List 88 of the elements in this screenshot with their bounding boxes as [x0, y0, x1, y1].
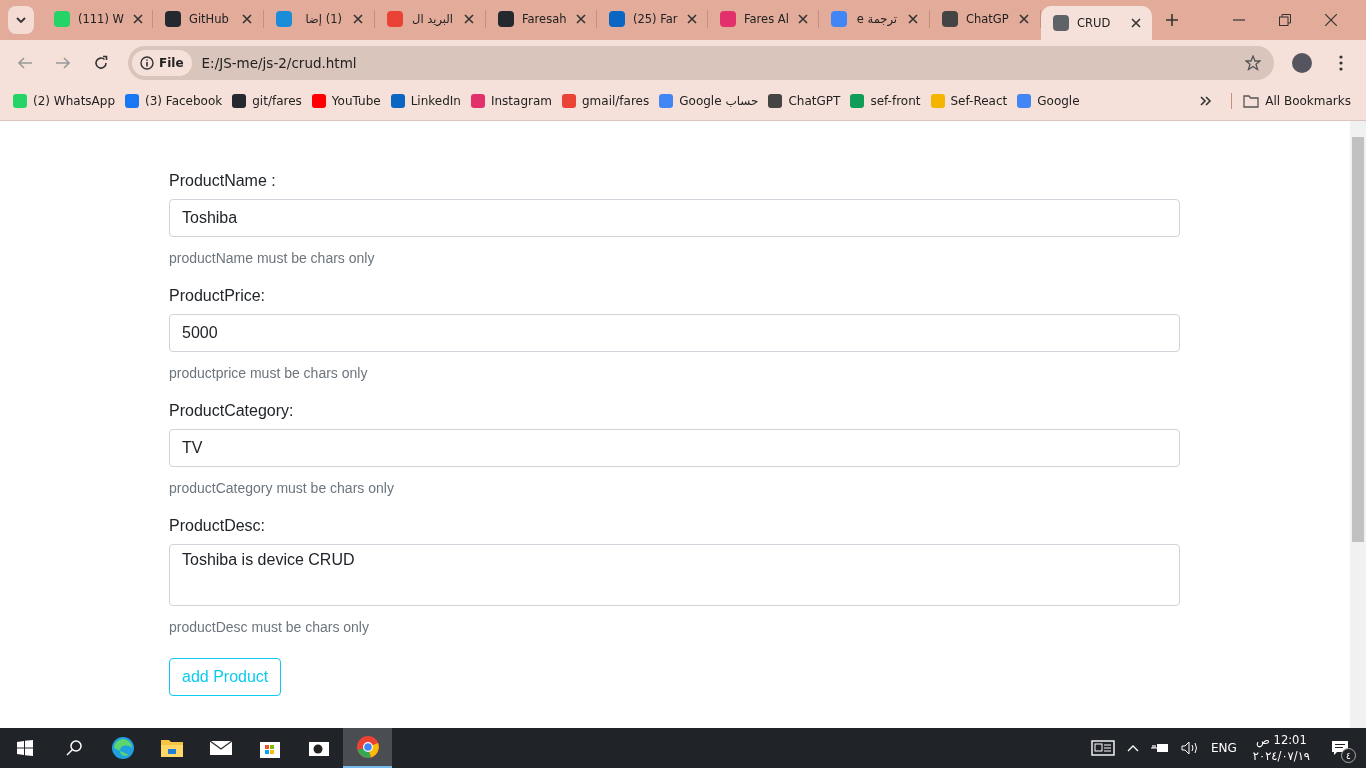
notification-count: ٤	[1341, 748, 1356, 763]
tab-title: البريد ال	[411, 12, 453, 26]
browser-tab[interactable]: (1) إضا	[264, 10, 375, 28]
bookmark-link[interactable]: ChatGPT	[765, 88, 848, 113]
bookmark-link[interactable]: git/fares	[229, 88, 309, 113]
caret-up-icon	[1126, 744, 1139, 752]
close-icon	[463, 13, 475, 25]
tab-title: Faresah	[522, 12, 567, 26]
newspaper-icon	[1090, 740, 1115, 756]
bookmark-link[interactable]: Google	[1014, 88, 1087, 113]
back-arrow-icon	[17, 54, 33, 71]
tab-search-button[interactable]	[8, 6, 34, 34]
bookmark-link[interactable]: gmail/fares	[559, 88, 657, 113]
close-icon	[797, 13, 810, 25]
text-area[interactable]: Toshiba is device CRUD	[169, 544, 1180, 606]
bookmark-link[interactable]: Instagram	[467, 88, 559, 113]
tab-title: GitHub	[189, 12, 230, 26]
search-icon	[65, 740, 82, 756]
round-logo-icon	[355, 735, 380, 759]
close-icon	[352, 13, 364, 25]
double-chevron-icon	[1200, 95, 1213, 106]
bookmark-link[interactable]: Sef-React	[927, 88, 1015, 113]
validation-message: productprice must be chars only	[169, 365, 368, 381]
tab-title: Fares Al	[744, 12, 789, 26]
validation-message: productDesc must be chars only	[169, 619, 369, 635]
browser-tab[interactable]: ChatGP	[930, 10, 1041, 28]
site-info-button[interactable]: File	[132, 49, 192, 76]
input-field[interactable]: TV	[169, 429, 1180, 467]
tab-title: (25) Far	[633, 12, 678, 26]
bookmark-link[interactable]: (2) WhatsApp	[10, 88, 123, 113]
plus-icon	[1166, 14, 1178, 26]
close-icon	[1018, 13, 1031, 25]
scrollbar-thumb[interactable]	[1352, 137, 1364, 542]
field-label: ProductCategory:	[169, 402, 294, 420]
browser-tab[interactable]: Fares Al	[708, 10, 819, 28]
kebab-menu-icon	[1339, 54, 1343, 71]
notification-center-button[interactable]: ٤	[1320, 728, 1360, 768]
bookmark-link[interactable]: sef-front	[847, 88, 928, 113]
speaker-icon	[1180, 741, 1199, 755]
language-indicator[interactable]: ENG	[1204, 728, 1243, 768]
browser-tab[interactable]: البريد ال	[375, 10, 486, 28]
tab-title: ترجمة e	[855, 12, 897, 26]
close-icon	[686, 13, 699, 25]
restore-icon	[1279, 14, 1291, 26]
close-icon	[131, 13, 144, 25]
reload-icon	[93, 54, 109, 71]
bookmark-link[interactable]: YouTube	[308, 88, 388, 113]
input-field[interactable]: 5000	[169, 314, 1180, 352]
close-icon	[907, 13, 919, 25]
profile-avatar[interactable]	[1292, 52, 1312, 73]
bookmark-link[interactable]: (3) Facebook	[122, 88, 230, 113]
tab-title: CRUD	[1077, 16, 1112, 30]
bookmark-link[interactable]: Google حساب	[656, 88, 766, 113]
scheme-label: File	[159, 55, 184, 70]
browser-tab[interactable]: CRUD	[1041, 6, 1152, 40]
address-bar[interactable]: File E:/JS-me/js-2/crud.html	[128, 45, 1274, 80]
close-icon	[1325, 14, 1337, 26]
field-label: ProductName :	[169, 172, 276, 190]
star-icon	[1245, 54, 1261, 71]
field-label: ProductPrice:	[169, 287, 266, 305]
browser-tab[interactable]: (25) Far	[597, 10, 708, 28]
close-icon	[1130, 17, 1142, 29]
scrollbar[interactable]	[1350, 121, 1366, 728]
all-bookmarks-link[interactable]: All Bookmarks	[1240, 88, 1358, 113]
validation-message: productName must be chars only	[169, 250, 375, 266]
chrome-taskbar-button[interactable]	[343, 728, 392, 768]
folder-icon	[1243, 93, 1260, 108]
close-icon	[575, 13, 588, 25]
battery-plug-icon	[1150, 743, 1169, 753]
tab-title: ChatGP	[966, 12, 1009, 26]
wave-logo-icon	[110, 736, 135, 760]
info-icon	[140, 55, 154, 70]
browser-tab[interactable]: (111) W	[42, 10, 153, 28]
browser-tab[interactable]: GitHub	[153, 10, 264, 28]
browser-tab[interactable]: Faresah	[486, 10, 597, 28]
tab-title: (1) إضا	[304, 12, 342, 26]
url-text: E:/JS-me/js-2/crud.html	[201, 54, 357, 71]
windows-logo-icon	[16, 740, 33, 756]
input-field[interactable]: Toshiba	[169, 199, 1180, 237]
tab-title: (111) W	[78, 12, 124, 26]
forward-arrow-icon	[55, 54, 71, 71]
clock-button[interactable]: 12:01 ص ٢٠٢٤/٠٧/١٩	[1242, 728, 1320, 768]
browser-tab[interactable]: ترجمة e	[819, 10, 930, 28]
close-icon	[241, 13, 253, 25]
field-label: ProductDesc:	[169, 517, 266, 535]
validation-message: productCategory must be chars only	[169, 480, 394, 496]
chevron-down-icon	[16, 17, 26, 23]
bookmark-link[interactable]: LinkedIn	[387, 88, 468, 113]
